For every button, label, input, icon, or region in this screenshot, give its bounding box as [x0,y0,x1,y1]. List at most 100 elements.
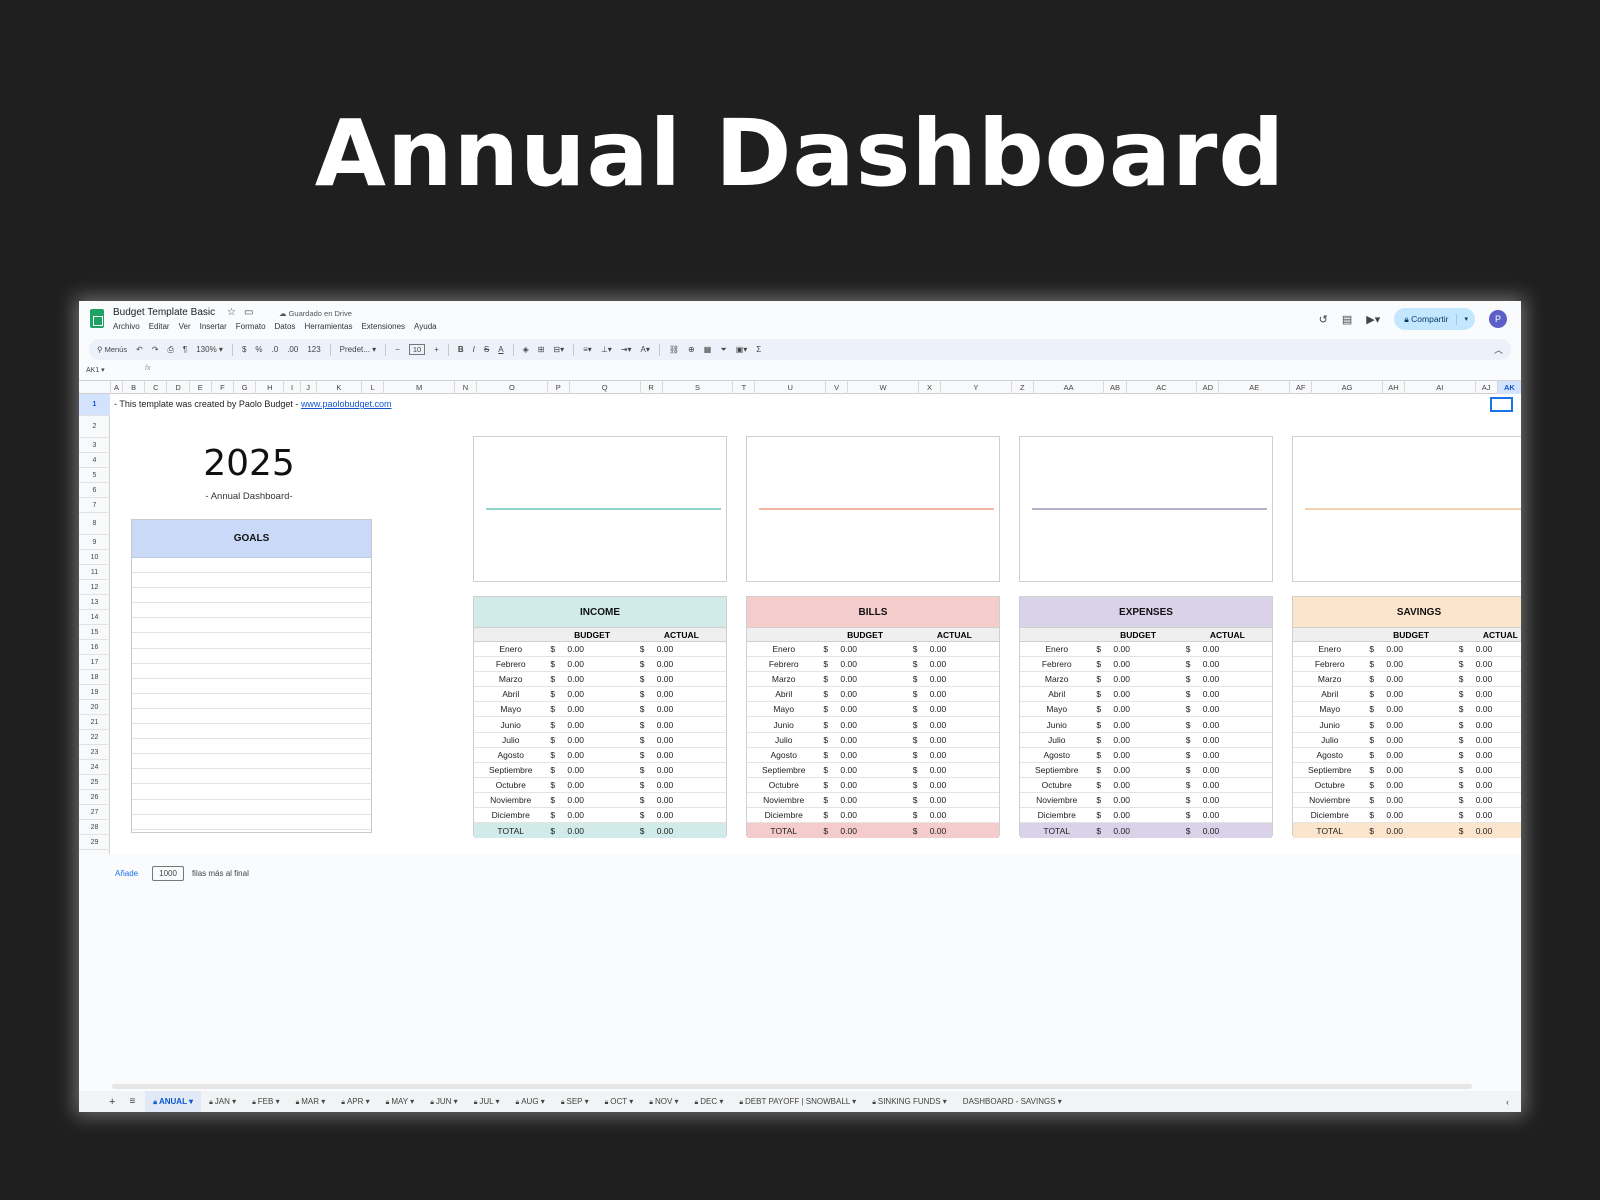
actual-cell[interactable]: $0.00 [1456,644,1521,654]
column-header-b[interactable]: B [122,381,144,394]
actual-cell[interactable]: $0.00 [1183,795,1272,805]
goal-line[interactable] [132,815,371,830]
column-header-g[interactable]: G [233,381,255,394]
credit-link[interactable]: www.paolobudget.com [301,399,392,409]
row-header-16[interactable]: 16 [79,640,110,655]
actual-cell[interactable]: $0.00 [637,689,726,699]
column-header-y[interactable]: Y [940,381,1011,394]
column-header-ad[interactable]: AD [1196,381,1218,394]
goal-line[interactable] [132,724,371,740]
column-header-r[interactable]: R [639,381,662,394]
budget-cell[interactable]: $0.00 [1366,644,1455,654]
column-header-ab[interactable]: AB [1103,381,1125,394]
font-select[interactable]: Predet... ▾ [340,345,377,354]
column-header-f[interactable]: F [210,381,233,394]
column-header-a[interactable]: A [110,381,122,394]
budget-cell[interactable]: $0.00 [547,810,636,820]
sheet-tab-feb[interactable]: 🔒︎ FEB ▾ [244,1091,287,1112]
budget-cell[interactable]: $0.00 [1093,704,1182,714]
horizontal-align-icon[interactable]: ≡▾ [583,345,592,354]
actual-cell[interactable]: $0.00 [910,735,999,745]
menu-item-archivo[interactable]: Archivo [113,322,140,331]
actual-cell[interactable]: $0.00 [910,810,999,820]
actual-cell[interactable]: $0.00 [1183,780,1272,790]
budget-cell[interactable]: $0.00 [1093,689,1182,699]
budget-cell[interactable]: $0.00 [1093,750,1182,760]
row-header-18[interactable]: 18 [79,670,110,685]
merge-cells-icon[interactable]: ⊟▾ [553,345,564,354]
budget-cell[interactable]: $0.00 [1093,795,1182,805]
goal-line[interactable] [132,769,371,785]
budget-cell[interactable]: $0.00 [820,659,909,669]
budget-cell[interactable]: $0.00 [820,765,909,775]
actual-cell[interactable]: $0.00 [910,704,999,714]
menu-item-editar[interactable]: Editar [149,322,170,331]
chevron-down-icon[interactable]: ▾ [672,1097,679,1106]
sheet-tab-dashboard-savings[interactable]: DASHBOARD - SAVINGS ▾ [955,1091,1070,1112]
actual-cell[interactable]: $0.00 [910,674,999,684]
sheet-tab-mar[interactable]: 🔒︎ MAR ▾ [288,1091,334,1112]
budget-cell[interactable]: $0.00 [547,704,636,714]
sheet-tab-sep[interactable]: 🔒︎ SEP ▾ [553,1091,597,1112]
actual-cell[interactable]: $0.00 [910,659,999,669]
menu-item-ver[interactable]: Ver [179,322,191,331]
sheet-tab-debt-payoff-snowball[interactable]: 🔒︎ DEBT PAYOFF | SNOWBALL ▾ [731,1091,864,1112]
font-size-increase-icon[interactable]: + [434,345,439,354]
actual-cell[interactable]: $0.00 [1183,810,1272,820]
budget-cell[interactable]: $0.00 [820,735,909,745]
budget-cell[interactable]: $0.00 [1366,795,1455,805]
actual-cell[interactable]: $0.00 [637,735,726,745]
budget-cell[interactable]: $0.00 [1366,704,1455,714]
row-header-22[interactable]: 22 [79,730,110,745]
budget-cell[interactable]: $0.00 [1366,720,1455,730]
row-header-11[interactable]: 11 [79,565,110,580]
row-header-9[interactable]: 9 [79,535,110,550]
row-header-2[interactable]: 2 [79,416,110,438]
actual-cell[interactable]: $0.00 [1183,720,1272,730]
budget-cell[interactable]: $0.00 [820,810,909,820]
column-header-ai[interactable]: AI [1404,381,1475,394]
sheet-tab-sinking-funds[interactable]: 🔒︎ SINKING FUNDS ▾ [864,1091,955,1112]
actual-cell[interactable]: $0.00 [910,765,999,775]
row-header-28[interactable]: 28 [79,820,110,835]
redo-icon[interactable]: ↷ [152,345,159,354]
budget-cell[interactable]: $0.00 [1093,810,1182,820]
chevron-down-icon[interactable]: ▾ [451,1097,458,1106]
goal-line[interactable] [132,558,371,574]
actual-cell[interactable]: $0.00 [637,810,726,820]
budget-cell[interactable]: $0.00 [820,689,909,699]
actual-cell[interactable]: $0.00 [1456,704,1521,714]
goal-line[interactable] [132,649,371,664]
number-format-button[interactable]: 123 [307,345,320,354]
sheet-grid[interactable]: - This template was created by Paolo Bud… [110,394,1521,854]
row-header-14[interactable]: 14 [79,610,110,625]
add-sheet-icon[interactable]: + [109,1096,115,1108]
actual-cell[interactable]: $0.00 [1183,826,1272,836]
goal-line[interactable] [132,754,371,770]
percent-format-button[interactable]: % [255,345,262,354]
text-color-icon[interactable]: A [498,345,503,354]
goal-line[interactable] [132,739,371,755]
increase-decimal-button[interactable]: .00 [287,345,298,354]
actual-cell[interactable]: $0.00 [637,826,726,836]
actual-cell[interactable]: $0.00 [1183,704,1272,714]
budget-cell[interactable]: $0.00 [1366,750,1455,760]
goal-line[interactable] [132,588,371,604]
chevron-down-icon[interactable]: ▾ [717,1097,723,1106]
budget-cell[interactable]: $0.00 [820,720,909,730]
goal-line[interactable] [132,709,371,725]
font-size-decrease-icon[interactable]: − [395,345,400,354]
budget-cell[interactable]: $0.00 [547,750,636,760]
actual-cell[interactable]: $0.00 [637,780,726,790]
filter-views-icon[interactable]: ▣▾ [736,345,748,354]
column-header-l[interactable]: L [361,381,383,394]
budget-cell[interactable]: $0.00 [820,826,909,836]
functions-icon[interactable]: Σ [756,345,761,354]
name-box[interactable]: AK1 ▾ [86,366,105,374]
actual-cell[interactable]: $0.00 [910,780,999,790]
budget-cell[interactable]: $0.00 [547,674,636,684]
bold-icon[interactable]: B [458,345,464,354]
italic-icon[interactable]: I [473,345,475,354]
column-header-ah[interactable]: AH [1381,381,1404,394]
actual-cell[interactable]: $0.00 [1183,659,1272,669]
